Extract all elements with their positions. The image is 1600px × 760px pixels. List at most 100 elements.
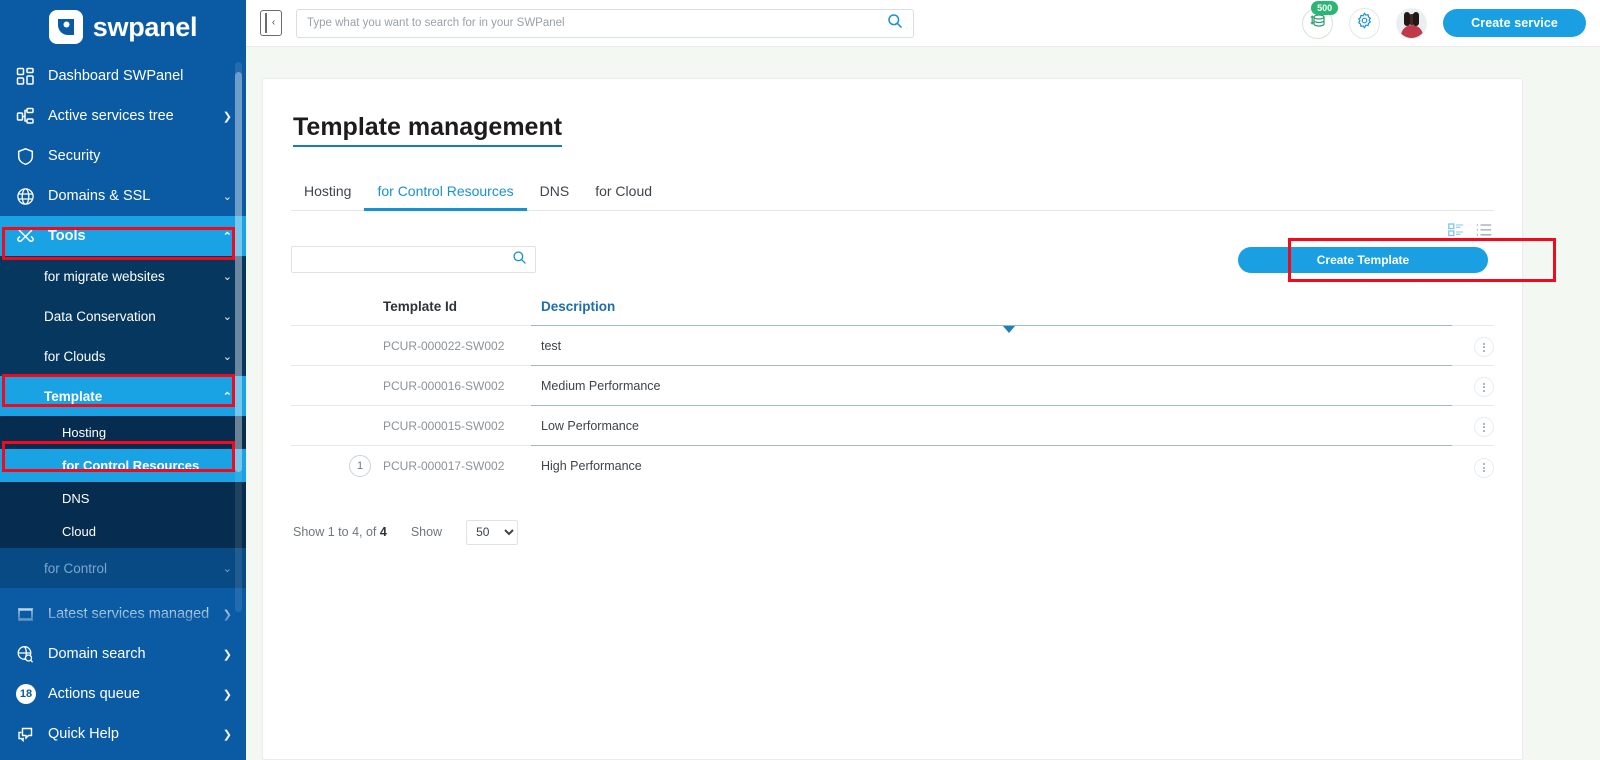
cell-description: High Performance [531,446,1452,486]
chevron-right-icon: ❯ [223,648,232,661]
sort-indicator-icon [1003,326,1015,333]
sidebar-item-label: for Clouds [44,349,223,364]
search-icon[interactable] [887,13,903,34]
avatar[interactable] [1396,8,1427,39]
chevron-right-icon: ❯ [223,688,232,701]
row-menu-icon[interactable] [1474,377,1494,397]
sidebar-nav-scroll[interactable]: Dashboard SWPanel Active services tree ❯ [0,56,246,630]
cell-description: Low Performance [531,406,1452,446]
sidebar-item-label: for Control [44,561,223,576]
chevron-up-icon: ⌃ [223,230,232,243]
table-footer: Show 1 to 4, of 4 Show 102550100 [291,520,1494,545]
sidebar-item-security[interactable]: Security [0,136,246,176]
sidebar-item-label: Quick Help [42,726,223,742]
col-header-template-id[interactable]: Template Id [383,299,531,326]
table-row[interactable]: PCUR-000015-SW002 Low Performance [291,406,1494,446]
cell-actions [1452,406,1494,446]
sidebar-item-label: for migrate websites [44,269,223,284]
settings-button[interactable] [1349,8,1380,39]
sidebar-item-cloud[interactable]: Cloud [0,515,246,548]
gear-icon [1356,12,1373,34]
tab-dns[interactable]: DNS [527,177,583,211]
grid-view-icon[interactable] [1448,223,1464,237]
content-area: Template management Hosting for Control … [246,47,1600,760]
tab-for-control-resources[interactable]: for Control Resources [364,177,526,211]
sidebar-item-dns[interactable]: DNS [0,482,246,515]
sidebar-item-hosting[interactable]: Hosting [0,416,246,449]
sidebar-item-actions-queue[interactable]: 18 Actions queue ❯ [0,674,246,714]
tree-icon [16,107,42,126]
sidebar-item-data-conservation[interactable]: Data Conservation ⌄ [0,296,246,336]
row-menu-icon[interactable] [1474,458,1494,478]
row-number-badge-cell [291,326,383,366]
search-input[interactable] [307,17,887,29]
chevron-down-icon: ⌄ [223,310,232,323]
create-template-button[interactable]: Create Template [1238,247,1488,273]
sidebar-item-label: Domains & SSL [42,188,223,204]
sidebar-item-tools[interactable]: Tools ⌃ [0,216,246,256]
scrollbar-thumb[interactable] [235,72,242,472]
main-area: ‹ 500 [246,0,1600,760]
create-service-button[interactable]: Create service [1443,9,1586,37]
tools-icon [16,227,42,246]
sidebar-item-label: Domain search [42,646,223,662]
credits-button[interactable]: 500 [1302,8,1333,39]
sidebar-item-quick-help[interactable]: Quick Help ❯ [0,714,246,754]
sidebar-item-label: for Control Resources [62,458,232,473]
search-icon[interactable] [512,250,527,270]
cell-template-id: PCUR-000017-SW002 [383,446,531,486]
table-search-input[interactable] [300,253,512,267]
chevron-down-icon: ⌄ [223,562,232,575]
top-bar: ‹ 500 [246,0,1600,47]
row-number-badge-cell [291,406,383,446]
cell-template-id: PCUR-000022-SW002 [383,326,531,366]
table-row[interactable]: 1 PCUR-000017-SW002 High Performance [291,446,1494,486]
sidebar-item-label: Tools [42,228,223,244]
cell-template-id: PCUR-000015-SW002 [383,406,531,446]
sidebar-item-label: Data Conservation [44,309,223,324]
table-row[interactable]: PCUR-000016-SW002 Medium Performance [291,366,1494,406]
cell-template-id: PCUR-000016-SW002 [383,366,531,406]
sidebar-item-label: Cloud [62,524,232,539]
row-menu-icon[interactable] [1474,417,1494,437]
cell-description: Medium Performance [531,366,1452,406]
table-row[interactable]: PCUR-000022-SW002 test [291,326,1494,366]
list-view-icon[interactable] [1476,223,1492,237]
col-header-description[interactable]: Description [531,299,1452,326]
queue-count-icon: 18 [16,684,42,704]
sidebar-item-template[interactable]: Template ⌃ [0,376,246,416]
sidebar-item-dashboard-swpanel[interactable]: Dashboard SWPanel [0,56,246,96]
chevron-right-icon: ❯ [223,608,232,621]
pagination-summary-prefix: Show 1 to 4, of [293,525,380,539]
sidebar-item-for-clouds[interactable]: for Clouds ⌄ [0,336,246,376]
sidebar-scrollbar[interactable] [235,62,242,612]
global-search[interactable] [296,9,914,38]
sidebar-item-label: Hosting [62,425,232,440]
sidebar-item-label: Security [42,148,232,164]
table-search[interactable] [291,246,536,273]
tab-for-cloud[interactable]: for Cloud [582,177,665,211]
sidebar-item-active-services-tree[interactable]: Active services tree ❯ [0,96,246,136]
templates-table: Template Id Description PCUR-000022-SW00… [291,299,1494,486]
topbar-actions: 500 [1302,8,1586,39]
chevron-up-icon: ⌃ [223,390,232,403]
brand-logo[interactable]: swpanel [0,0,246,48]
shield-icon [16,147,42,166]
collapse-sidebar-icon[interactable]: ‹ [260,10,282,36]
row-number-badge: 1 [349,455,371,477]
page-title: Template management [293,113,562,147]
row-menu-icon[interactable] [1474,337,1494,357]
sidebar-item-latest-services-managed[interactable]: Latest services managed ❯ [0,594,246,634]
tab-hosting[interactable]: Hosting [291,177,364,211]
sidebar-item-for-migrate-websites[interactable]: for migrate websites ⌄ [0,256,246,296]
sidebar-item-for-control[interactable]: for Control ⌄ [0,548,246,588]
sidebar-item-domain-search[interactable]: Domain search ❯ [0,634,246,674]
app-root: swpanel Dashboard SWPanel [0,0,1600,760]
sidebar-item-for-control-resources[interactable]: for Control Resources [0,449,246,482]
chevron-down-icon: ⌄ [223,350,232,363]
sidebar-item-label: Latest services managed [42,606,223,622]
sidebar-item-domains-ssl[interactable]: Domains & SSL ⌄ [0,176,246,216]
page-size-select[interactable]: 102550100 [466,520,518,545]
cell-actions [1452,326,1494,366]
dashboard-icon [16,67,42,86]
